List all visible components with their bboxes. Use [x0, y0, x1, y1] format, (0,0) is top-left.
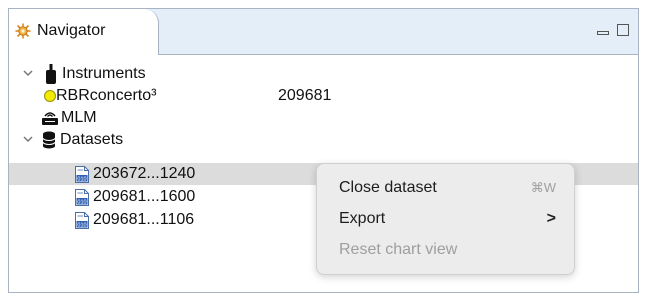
- mlm-icon: [42, 112, 58, 125]
- submenu-arrow-icon: >: [546, 210, 556, 227]
- chevron-down-icon[interactable]: [21, 66, 35, 80]
- tree-item-mlm[interactable]: MLM: [9, 107, 638, 129]
- menu-item-label: Reset chart view: [339, 241, 458, 258]
- tab-label: Navigator: [37, 22, 106, 39]
- menu-item-label: Close dataset: [339, 179, 437, 196]
- binary-file-icon: 010: [75, 212, 89, 229]
- chevron-down-icon[interactable]: [21, 132, 35, 146]
- instrument-serial: 209681: [278, 87, 332, 104]
- dataset-label: 209681...1106: [93, 211, 195, 228]
- instrument-name: RBRconcerto³: [56, 87, 157, 104]
- tree-item-instruments[interactable]: Instruments: [9, 63, 638, 85]
- menu-shortcut: ⌘W: [530, 180, 556, 195]
- tree-item-label: Datasets: [60, 131, 124, 148]
- tree-item-datasets[interactable]: Datasets: [9, 129, 638, 151]
- instrument-icon: [46, 64, 56, 84]
- binary-file-icon: 010: [75, 166, 89, 183]
- tree-item-instrument[interactable]: RBRconcerto³ 209681: [9, 85, 638, 107]
- svg-text:010: 010: [77, 200, 86, 206]
- database-icon: [42, 131, 56, 149]
- dataset-label: 209681...1600: [93, 188, 196, 205]
- view-tab-bar: Navigator: [9, 9, 638, 55]
- maximize-icon[interactable]: [616, 23, 630, 37]
- status-dot-icon: [44, 90, 56, 102]
- binary-file-icon: 010: [75, 189, 89, 206]
- context-menu: Close dataset ⌘W Export > Reset chart vi…: [316, 163, 575, 275]
- tree-item-label: Instruments: [62, 65, 146, 82]
- dataset-label: 203672...1240: [93, 165, 196, 182]
- menu-item-reset-chart-view: Reset chart view: [317, 236, 574, 264]
- menu-item-close-dataset[interactable]: Close dataset ⌘W: [317, 174, 574, 202]
- minimize-icon[interactable]: [596, 23, 610, 37]
- tree-item-label: MLM: [61, 109, 97, 126]
- menu-item-export[interactable]: Export >: [317, 205, 574, 233]
- svg-text:010: 010: [77, 177, 86, 183]
- navigator-icon: [15, 23, 31, 39]
- svg-text:010: 010: [77, 223, 86, 229]
- menu-item-label: Export: [339, 210, 386, 227]
- tab-navigator[interactable]: Navigator: [9, 9, 159, 55]
